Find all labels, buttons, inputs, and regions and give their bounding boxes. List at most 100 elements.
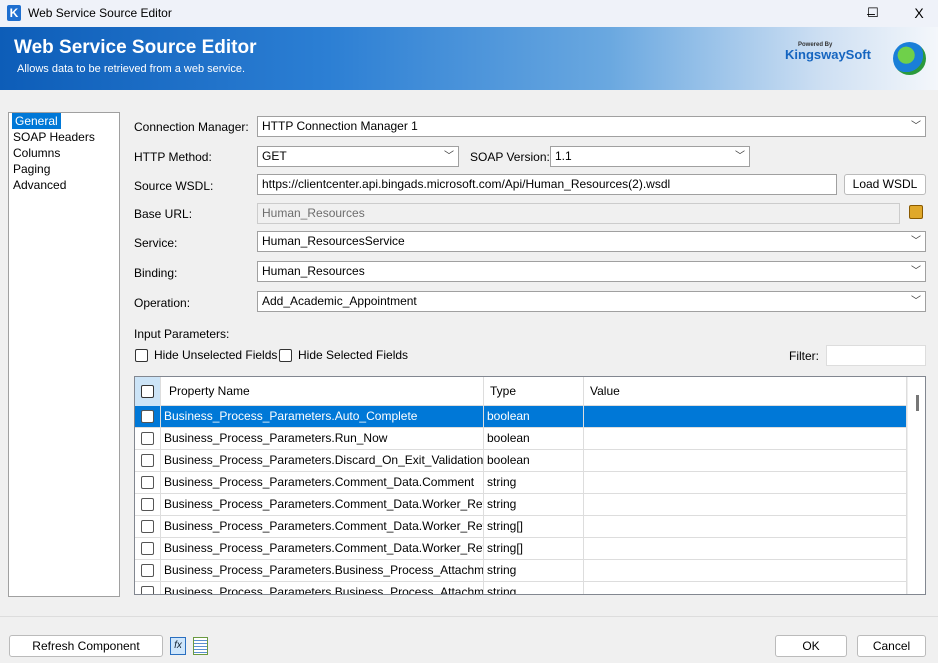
type-cell: string[] [484, 516, 584, 538]
parameters-table: Property Name Type Value Business_Proces… [134, 376, 926, 595]
table-row[interactable]: Business_Process_Parameters.Comment_Data… [135, 538, 907, 560]
row-checkbox[interactable] [141, 520, 154, 534]
vertical-scrollbar[interactable] [907, 377, 925, 594]
table-row[interactable]: Business_Process_Parameters.Comment_Data… [135, 516, 907, 538]
row-checkbox[interactable] [141, 542, 154, 556]
http-method-label: HTTP Method: [134, 150, 212, 164]
row-checkbox[interactable] [141, 432, 154, 446]
binding-select[interactable]: Human_Resources ﹀ [257, 261, 926, 282]
source-wsdl-label: Source WSDL: [134, 179, 214, 193]
variables-icon[interactable] [193, 637, 208, 655]
row-checkbox-cell[interactable] [135, 494, 161, 516]
table-row[interactable]: Business_Process_Parameters.Comment_Data… [135, 494, 907, 516]
column-property-name[interactable]: Property Name [161, 377, 484, 406]
value-cell[interactable] [584, 406, 907, 428]
row-checkbox[interactable] [141, 564, 154, 578]
checkbox[interactable] [135, 348, 148, 362]
header-banner: Web Service Source Editor Allows data to… [0, 27, 938, 90]
operation-label: Operation: [134, 296, 191, 310]
table-row[interactable]: Business_Process_Parameters.Auto_Complet… [135, 406, 907, 428]
binding-label: Binding: [134, 266, 178, 280]
base-url-label: Base URL: [134, 207, 193, 221]
http-method-select[interactable]: GET ﹀ [257, 146, 459, 167]
table-row[interactable]: Business_Process_Parameters.Business_Pro… [135, 582, 907, 594]
value-cell[interactable] [584, 516, 907, 538]
cancel-button[interactable]: Cancel [857, 635, 926, 657]
load-wsdl-button[interactable]: Load WSDL [844, 174, 926, 195]
scrollbar-thumb[interactable] [916, 395, 919, 411]
expression-fx-icon[interactable]: fx [170, 637, 186, 655]
row-checkbox[interactable] [141, 498, 154, 512]
ok-button[interactable]: OK [775, 635, 847, 657]
type-cell: string [484, 472, 584, 494]
row-checkbox[interactable] [141, 586, 154, 594]
column-value[interactable]: Value [584, 377, 907, 406]
service-select[interactable]: Human_ResourcesService ﹀ [257, 231, 926, 252]
row-checkbox-cell[interactable] [135, 582, 161, 594]
nav-item-advanced[interactable]: Advanced [9, 177, 119, 193]
chevron-down-icon: ﹀ [911, 236, 921, 247]
soap-version-label: SOAP Version: [470, 150, 550, 164]
operation-select[interactable]: Add_Academic_Appointment ﹀ [257, 291, 926, 312]
value-cell[interactable] [584, 494, 907, 516]
table-row[interactable]: Business_Process_Parameters.Discard_On_E… [135, 450, 907, 472]
source-wsdl-input[interactable]: https://clientcenter.api.bingads.microso… [257, 174, 837, 195]
value-cell[interactable] [584, 560, 907, 582]
checkbox[interactable] [279, 348, 292, 362]
refresh-component-button[interactable]: Refresh Component [9, 635, 163, 657]
filter-input[interactable] [826, 345, 926, 366]
title-bar: K Web Service Source Editor – ☐ ☐ X [0, 0, 938, 27]
row-checkbox[interactable] [141, 476, 154, 490]
window-title: Web Service Source Editor [28, 6, 172, 20]
close-button[interactable]: X [904, 3, 934, 23]
hide-selected-checkbox[interactable]: Hide Selected Fields [279, 348, 408, 362]
property-name-cell: Business_Process_Parameters.Comment_Data… [161, 472, 484, 494]
row-checkbox[interactable] [141, 410, 154, 424]
select-all-checkbox[interactable] [141, 385, 154, 399]
row-checkbox-cell[interactable] [135, 472, 161, 494]
nav-item-soap-headers[interactable]: SOAP Headers [9, 129, 119, 145]
binding-value: Human_Resources [262, 264, 365, 278]
type-cell: string [484, 560, 584, 582]
globe-icon [893, 42, 926, 75]
type-cell: boolean [484, 428, 584, 450]
service-label: Service: [134, 236, 178, 250]
nav-item-general[interactable]: General [12, 113, 61, 129]
table-row[interactable]: Business_Process_Parameters.Run_Now boole… [135, 428, 907, 450]
connection-manager-label: Connection Manager: [134, 120, 249, 134]
banner-subtitle: Allows data to be retrieved from a web s… [17, 63, 246, 75]
lock-icon[interactable] [909, 205, 923, 219]
maximize-icon[interactable]: ☐ [858, 3, 888, 23]
banner-title: Web Service Source Editor [14, 37, 257, 58]
connection-manager-select[interactable]: HTTP Connection Manager 1 ﹀ [257, 116, 926, 137]
value-cell[interactable] [584, 450, 907, 472]
soap-version-select[interactable]: 1.1 ﹀ [550, 146, 750, 167]
row-checkbox-cell[interactable] [135, 516, 161, 538]
row-checkbox-cell[interactable] [135, 538, 161, 560]
table-row[interactable]: Business_Process_Parameters.Comment_Data… [135, 472, 907, 494]
value-cell[interactable] [584, 472, 907, 494]
nav-item-columns[interactable]: Columns [9, 145, 119, 161]
nav-item-paging[interactable]: Paging [9, 161, 119, 177]
row-checkbox-cell[interactable] [135, 450, 161, 472]
kingswaysoft-logo: Powered By KingswaySoft [785, 42, 871, 62]
hide-unselected-checkbox[interactable]: Hide Unselected Fields [135, 348, 277, 362]
connection-manager-value: HTTP Connection Manager 1 [262, 119, 418, 133]
chevron-down-icon: ﹀ [911, 296, 921, 307]
value-cell[interactable] [584, 428, 907, 450]
value-cell[interactable] [584, 582, 907, 594]
chevron-down-icon: ﹀ [911, 121, 921, 132]
chevron-down-icon: ﹀ [911, 266, 921, 277]
chevron-down-icon: ﹀ [444, 151, 454, 162]
table-row[interactable]: Business_Process_Parameters.Business_Pro… [135, 560, 907, 582]
row-checkbox-cell[interactable] [135, 406, 161, 428]
select-all-cell[interactable] [135, 377, 161, 406]
property-name-cell: Business_Process_Parameters.Business_Pro… [161, 582, 484, 594]
row-checkbox-cell[interactable] [135, 428, 161, 450]
divider [0, 616, 938, 617]
column-type[interactable]: Type [484, 377, 584, 406]
row-checkbox[interactable] [141, 454, 154, 468]
property-name-cell: Business_Process_Parameters.Business_Pro… [161, 560, 484, 582]
value-cell[interactable] [584, 538, 907, 560]
row-checkbox-cell[interactable] [135, 560, 161, 582]
